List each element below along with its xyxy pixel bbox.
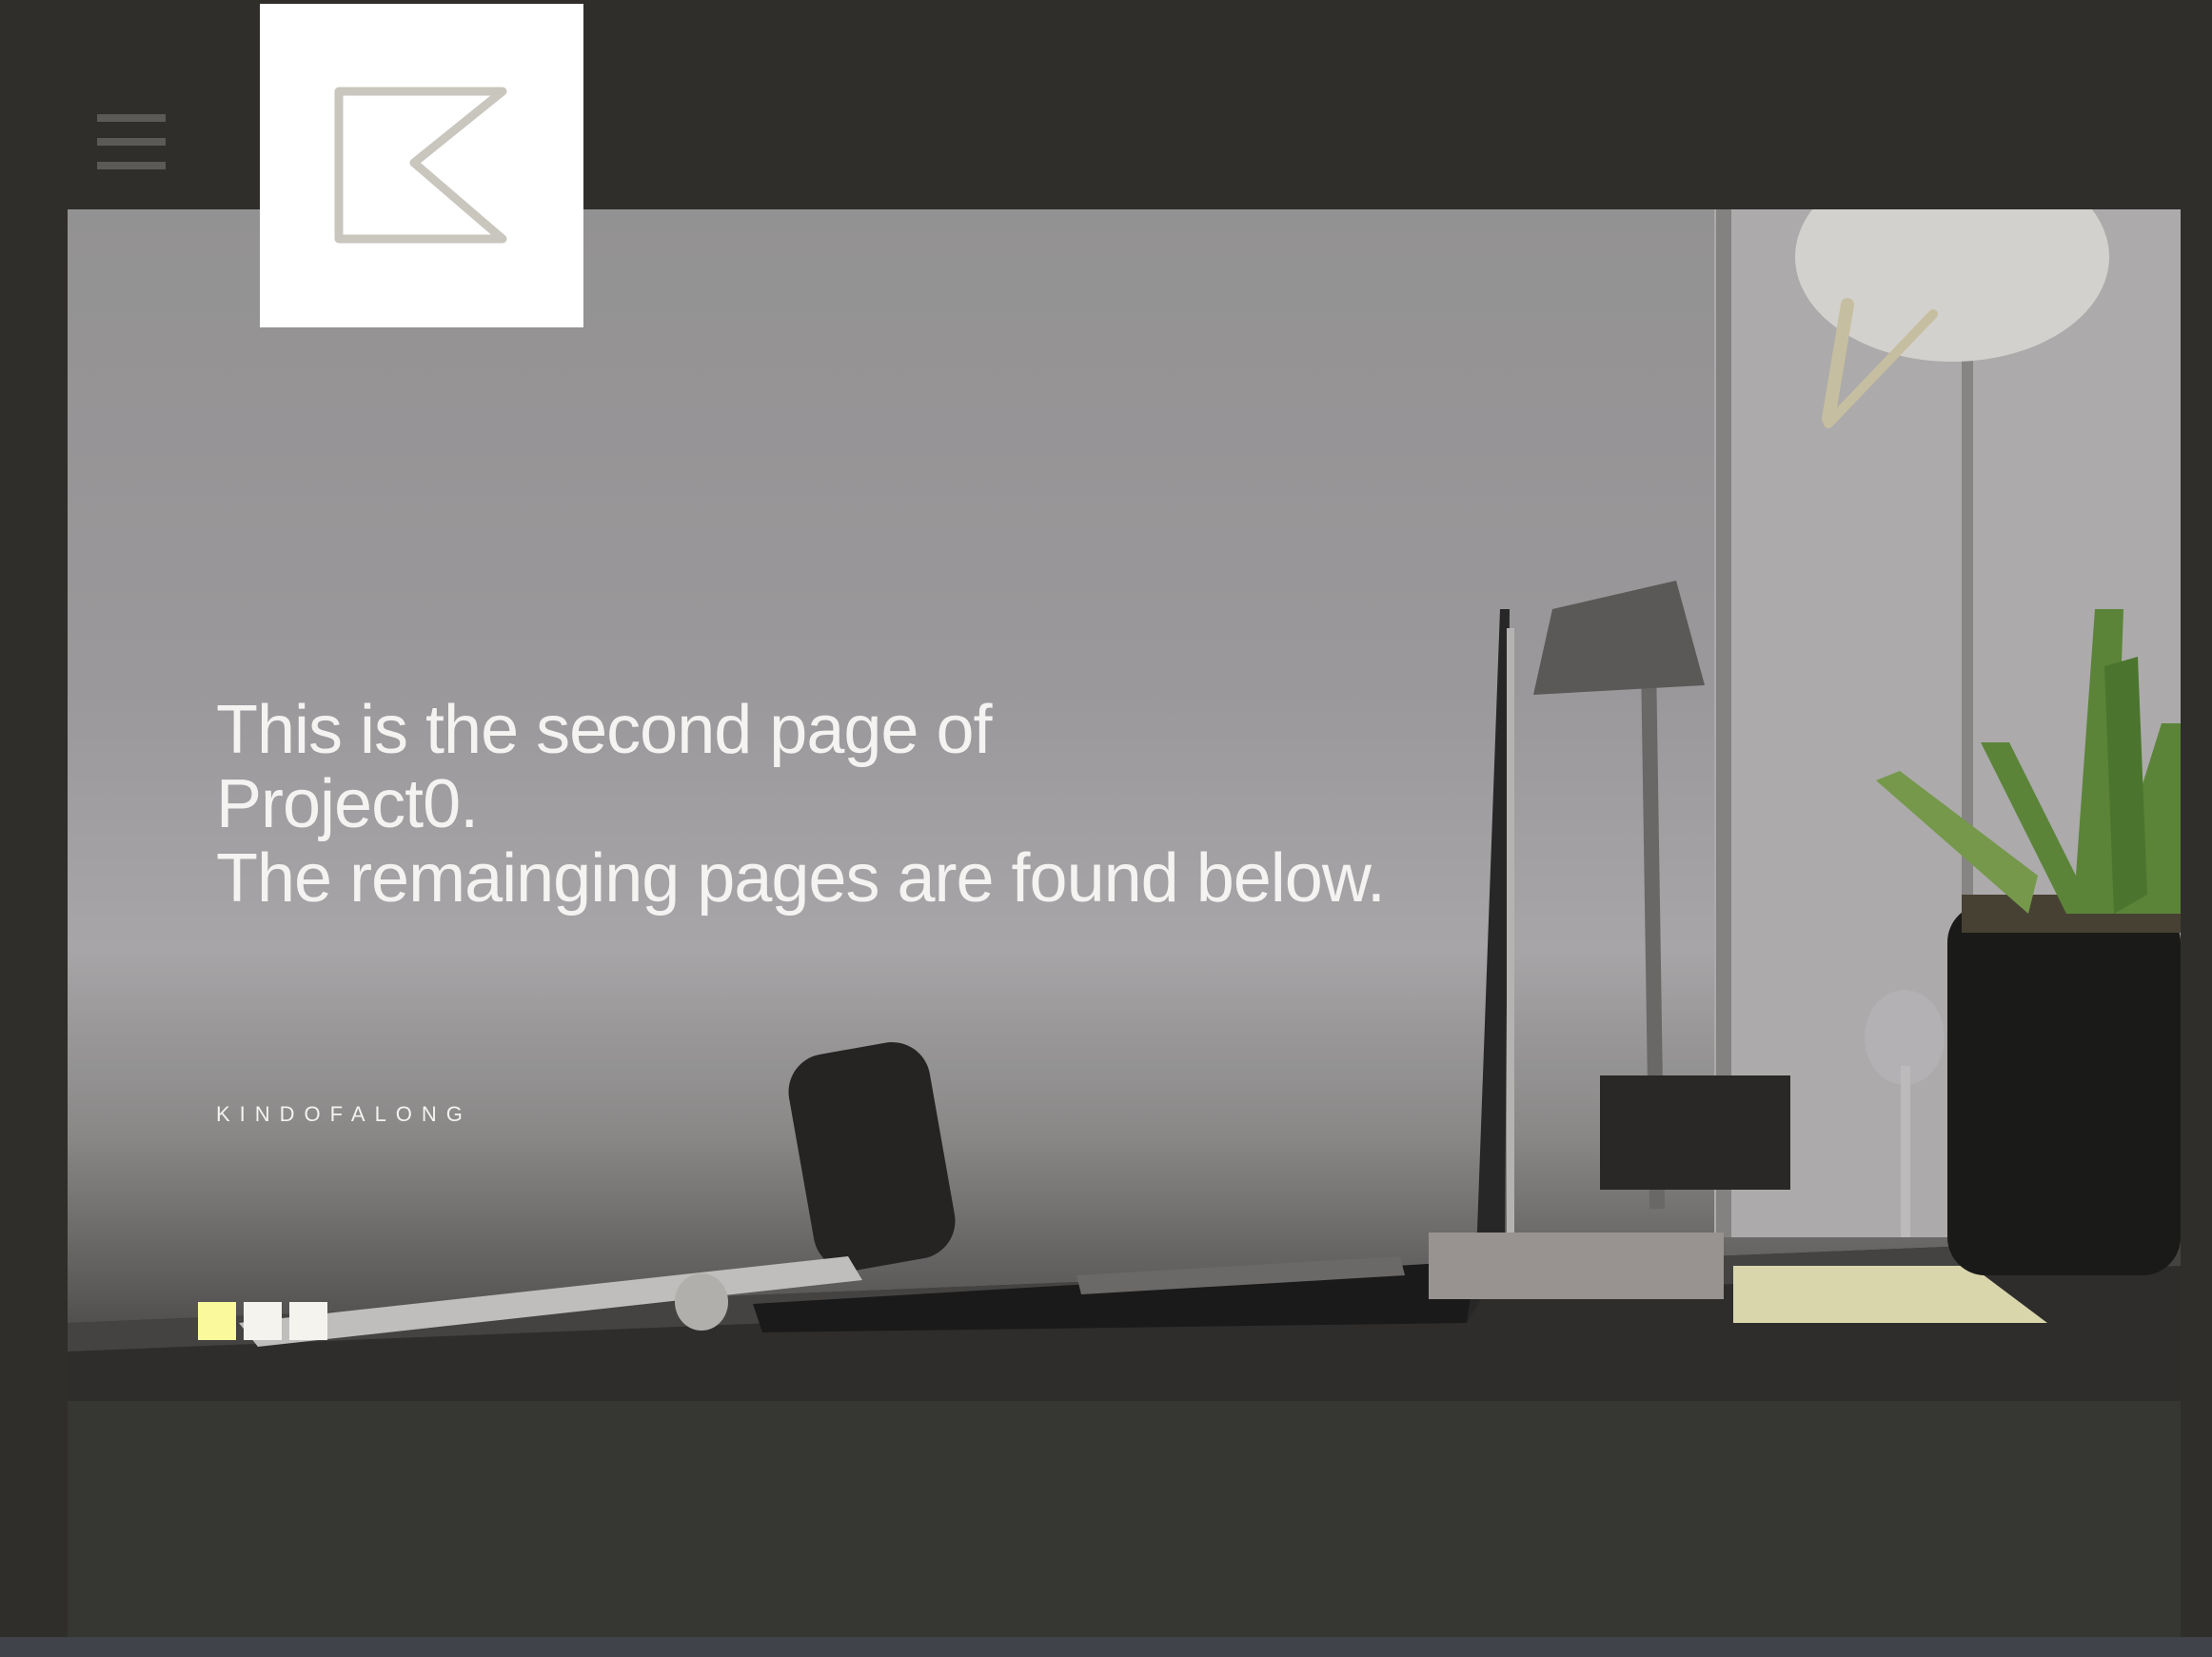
hero-headline-line: This is the second page of (216, 692, 993, 768)
bottom-scroll-strip (0, 1637, 2212, 1657)
content-section (68, 1401, 2181, 1657)
slide-dot-3[interactable] (289, 1302, 327, 1340)
hero-headline: This is the second page of Project0. The… (216, 692, 1386, 917)
slide-dot-2[interactable] (244, 1302, 282, 1340)
hero-banner: This is the second page of Project0. The… (68, 209, 2181, 1401)
hero-tagline: KINDOFALONG (216, 1102, 472, 1126)
hero-headline-line: The remainging pages are found below. (216, 840, 1386, 917)
menu-bar (97, 138, 166, 146)
hamburger-menu-button[interactable] (97, 114, 166, 169)
menu-bar (97, 114, 166, 122)
hero-headline-line: Project0. (216, 766, 479, 842)
slide-indicators (198, 1302, 327, 1340)
slide-dot-1[interactable] (198, 1302, 236, 1340)
k-flag-logo-icon (334, 87, 507, 244)
site-logo[interactable] (260, 4, 583, 327)
menu-bar (97, 162, 166, 169)
